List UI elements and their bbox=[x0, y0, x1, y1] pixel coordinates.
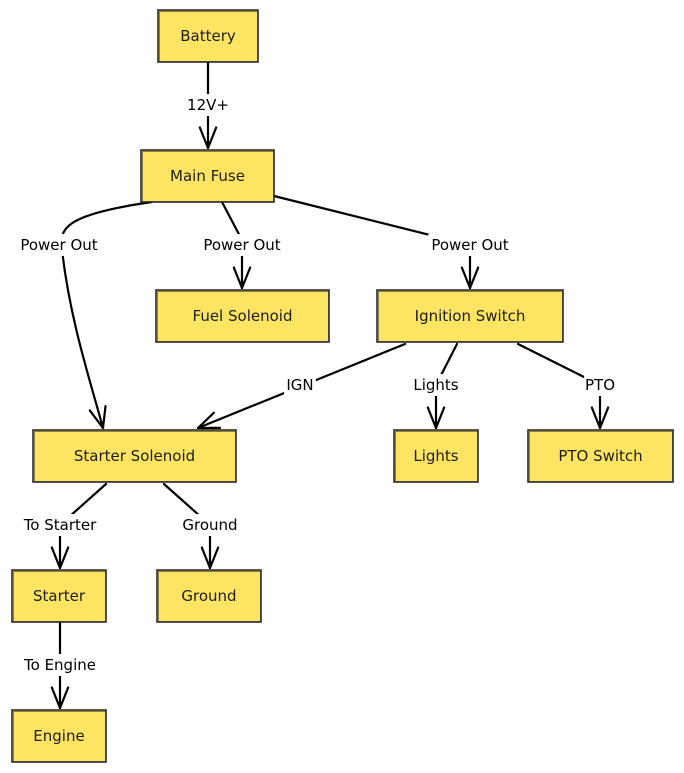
node-starter[interactable]: Starter bbox=[11, 569, 107, 623]
node-lights[interactable]: Lights bbox=[393, 429, 479, 483]
edge-label: To Starter bbox=[23, 516, 97, 534]
edge-label: Ground bbox=[182, 516, 237, 534]
node-label: PTO Switch bbox=[558, 447, 642, 465]
node-pto-switch[interactable]: PTO Switch bbox=[527, 429, 674, 483]
edge-label: To Engine bbox=[23, 656, 96, 674]
edge-label-group: PTO bbox=[584, 374, 616, 396]
edge-label-group: Lights bbox=[407, 374, 465, 396]
node-label: Engine bbox=[33, 727, 84, 745]
edge-label: 12V+ bbox=[187, 96, 229, 114]
edge-label-group: Power Out bbox=[200, 234, 284, 256]
node-label: Lights bbox=[413, 447, 458, 465]
node-main-fuse[interactable]: Main Fuse bbox=[140, 149, 275, 203]
node-battery[interactable]: Battery bbox=[157, 9, 259, 63]
node-starter-solenoid[interactable]: Starter Solenoid bbox=[32, 429, 237, 483]
node-label: Main Fuse bbox=[170, 167, 245, 185]
edge-label-group: To Starter bbox=[14, 514, 106, 536]
node-label: Starter Solenoid bbox=[74, 447, 195, 465]
node-label: Fuel Solenoid bbox=[193, 307, 293, 325]
edge-label-group: 12V+ bbox=[187, 94, 229, 116]
node-fuel-solenoid[interactable]: Fuel Solenoid bbox=[155, 289, 330, 343]
edge-label-group: Power Out bbox=[17, 234, 101, 256]
node-label: Battery bbox=[180, 27, 236, 45]
edges-layer bbox=[50, 60, 610, 710]
edge-label: Power Out bbox=[20, 236, 97, 254]
edge-label: IGN bbox=[286, 376, 313, 394]
edge-label-group: Power Out bbox=[428, 234, 512, 256]
node-label: Ground bbox=[181, 587, 236, 605]
edge-label: Power Out bbox=[203, 236, 280, 254]
node-label: Ignition Switch bbox=[415, 307, 526, 325]
wiring-diagram: 12V+ Power Out Power Out Power Out IGN Lights… bbox=[11, 9, 674, 763]
edge-label: Lights bbox=[413, 376, 458, 394]
nodes-layer: Battery Main Fuse Fuel Solenoid Ignition Sw… bbox=[11, 9, 674, 763]
edge-label-group: Ground bbox=[181, 514, 239, 536]
edge-label-group: IGN bbox=[284, 374, 316, 396]
edge-label: Power Out bbox=[431, 236, 508, 254]
node-label: Starter bbox=[33, 587, 86, 605]
node-ignition-switch[interactable]: Ignition Switch bbox=[376, 289, 564, 343]
edge-label-group: To Engine bbox=[18, 654, 102, 676]
node-engine[interactable]: Engine bbox=[11, 709, 107, 763]
node-ground[interactable]: Ground bbox=[156, 569, 262, 623]
edge-label: PTO bbox=[585, 376, 615, 394]
